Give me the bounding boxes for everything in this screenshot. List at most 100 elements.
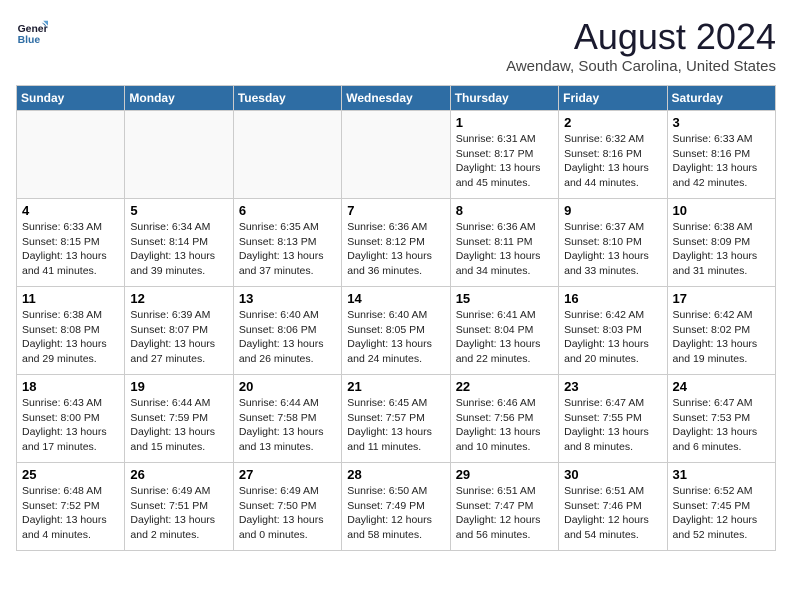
week-row-4: 18Sunrise: 6:43 AM Sunset: 8:00 PM Dayli… [17,375,776,463]
calendar-cell: 25 Sunrise: 6:48 AM Sunset: 7:52 PM Dayli… [17,463,125,551]
week-row-3: 11 Sunrise: 6:38 AM Sunset: 8:08 PM Dayli… [17,287,776,375]
calendar-cell: 19Sunrise: 6:44 AM Sunset: 7:59 PM Dayli… [125,375,233,463]
logo: General Blue [16,16,48,48]
weekday-header-sunday: Sunday [17,86,125,111]
calendar-cell [342,111,450,199]
day-number: 20 [239,379,336,394]
calendar-cell: 14 Sunrise: 6:40 AM Sunset: 8:05 PM Dayli… [342,287,450,375]
calendar-cell: 10Sunrise: 6:38 AM Sunset: 8:09 PM Dayli… [667,199,775,287]
day-info: Sunrise: 6:36 AM Sunset: 8:11 PM Dayligh… [456,220,553,279]
day-info: Sunrise: 6:32 AM Sunset: 8:16 PM Dayligh… [564,132,661,191]
weekday-header-saturday: Saturday [667,86,775,111]
calendar-cell: 22 Sunrise: 6:46 AM Sunset: 7:56 PM Dayli… [450,375,558,463]
day-info: Sunrise: 6:51 AM Sunset: 7:47 PM Dayligh… [456,484,553,543]
day-number: 28 [347,467,444,482]
day-number: 22 [456,379,553,394]
day-info: Sunrise: 6:34 AM Sunset: 8:14 PM Dayligh… [130,220,227,279]
calendar-cell: 2 Sunrise: 6:32 AM Sunset: 8:16 PM Daylig… [559,111,667,199]
day-number: 12 [130,291,227,306]
day-number: 19 [130,379,227,394]
title-block: August 2024 Awendaw, South Carolina, Uni… [506,16,776,75]
calendar-cell: 16 Sunrise: 6:42 AM Sunset: 8:03 PM Dayli… [559,287,667,375]
day-number: 30 [564,467,661,482]
calendar-cell: 9Sunrise: 6:37 AM Sunset: 8:10 PM Daylig… [559,199,667,287]
day-info: Sunrise: 6:40 AM Sunset: 8:05 PM Dayligh… [347,308,444,367]
day-number: 3 [673,115,770,130]
day-number: 13 [239,291,336,306]
calendar-cell: 1 Sunrise: 6:31 AM Sunset: 8:17 PM Daylig… [450,111,558,199]
day-number: 26 [130,467,227,482]
day-info: Sunrise: 6:42 AM Sunset: 8:02 PM Dayligh… [673,308,770,367]
calendar-cell: 30 Sunrise: 6:51 AM Sunset: 7:46 PM Dayli… [559,463,667,551]
week-row-5: 25 Sunrise: 6:48 AM Sunset: 7:52 PM Dayli… [17,463,776,551]
calendar-cell: 7 Sunrise: 6:36 AM Sunset: 8:12 PM Daylig… [342,199,450,287]
calendar-cell: 6Sunrise: 6:35 AM Sunset: 8:13 PM Daylig… [233,199,341,287]
day-number: 11 [22,291,119,306]
calendar-cell: 11 Sunrise: 6:38 AM Sunset: 8:08 PM Dayli… [17,287,125,375]
weekday-header-tuesday: Tuesday [233,86,341,111]
calendar-cell: 3Sunrise: 6:33 AM Sunset: 8:16 PM Daylig… [667,111,775,199]
day-number: 7 [347,203,444,218]
day-info: Sunrise: 6:36 AM Sunset: 8:12 PM Dayligh… [347,220,444,279]
day-number: 27 [239,467,336,482]
day-number: 16 [564,291,661,306]
day-info: Sunrise: 6:35 AM Sunset: 8:13 PM Dayligh… [239,220,336,279]
weekday-header-monday: Monday [125,86,233,111]
day-info: Sunrise: 6:37 AM Sunset: 8:10 PM Dayligh… [564,220,661,279]
day-info: Sunrise: 6:48 AM Sunset: 7:52 PM Dayligh… [22,484,119,543]
calendar-cell: 20 Sunrise: 6:44 AM Sunset: 7:58 PM Dayli… [233,375,341,463]
day-number: 1 [456,115,553,130]
day-info: Sunrise: 6:41 AM Sunset: 8:04 PM Dayligh… [456,308,553,367]
day-info: Sunrise: 6:52 AM Sunset: 7:45 PM Dayligh… [673,484,770,543]
calendar-cell: 13 Sunrise: 6:40 AM Sunset: 8:06 PM Dayli… [233,287,341,375]
week-row-1: 1 Sunrise: 6:31 AM Sunset: 8:17 PM Daylig… [17,111,776,199]
weekday-header-friday: Friday [559,86,667,111]
day-info: Sunrise: 6:40 AM Sunset: 8:06 PM Dayligh… [239,308,336,367]
calendar-cell [125,111,233,199]
day-info: Sunrise: 6:49 AM Sunset: 7:50 PM Dayligh… [239,484,336,543]
day-info: Sunrise: 6:50 AM Sunset: 7:49 PM Dayligh… [347,484,444,543]
day-number: 25 [22,467,119,482]
day-number: 15 [456,291,553,306]
day-info: Sunrise: 6:33 AM Sunset: 8:15 PM Dayligh… [22,220,119,279]
day-number: 23 [564,379,661,394]
weekday-header-row: SundayMondayTuesdayWednesdayThursdayFrid… [17,86,776,111]
day-info: Sunrise: 6:44 AM Sunset: 7:58 PM Dayligh… [239,396,336,455]
weekday-header-thursday: Thursday [450,86,558,111]
day-number: 2 [564,115,661,130]
day-info: Sunrise: 6:49 AM Sunset: 7:51 PM Dayligh… [130,484,227,543]
calendar-cell: 8 Sunrise: 6:36 AM Sunset: 8:11 PM Daylig… [450,199,558,287]
calendar-cell: 31 Sunrise: 6:52 AM Sunset: 7:45 PM Dayli… [667,463,775,551]
calendar-cell [233,111,341,199]
day-info: Sunrise: 6:31 AM Sunset: 8:17 PM Dayligh… [456,132,553,191]
svg-text:Blue: Blue [18,35,41,46]
day-number: 14 [347,291,444,306]
day-info: Sunrise: 6:39 AM Sunset: 8:07 PM Dayligh… [130,308,227,367]
calendar-cell: 15 Sunrise: 6:41 AM Sunset: 8:04 PM Dayli… [450,287,558,375]
day-info: Sunrise: 6:47 AM Sunset: 7:55 PM Dayligh… [564,396,661,455]
week-row-2: 4 Sunrise: 6:33 AM Sunset: 8:15 PM Daylig… [17,199,776,287]
day-info: Sunrise: 6:51 AM Sunset: 7:46 PM Dayligh… [564,484,661,543]
day-number: 29 [456,467,553,482]
calendar-cell: 23 Sunrise: 6:47 AM Sunset: 7:55 PM Dayli… [559,375,667,463]
calendar-cell [17,111,125,199]
calendar-cell: 28 Sunrise: 6:50 AM Sunset: 7:49 PM Dayli… [342,463,450,551]
day-info: Sunrise: 6:42 AM Sunset: 8:03 PM Dayligh… [564,308,661,367]
calendar-cell: 26 Sunrise: 6:49 AM Sunset: 7:51 PM Dayli… [125,463,233,551]
day-number: 8 [456,203,553,218]
month-title: August 2024 [506,16,776,58]
day-number: 4 [22,203,119,218]
location-title: Awendaw, South Carolina, United States [506,58,776,75]
calendar-cell: 4 Sunrise: 6:33 AM Sunset: 8:15 PM Daylig… [17,199,125,287]
day-number: 31 [673,467,770,482]
day-number: 5 [130,203,227,218]
calendar-cell: 18Sunrise: 6:43 AM Sunset: 8:00 PM Dayli… [17,375,125,463]
day-number: 21 [347,379,444,394]
day-info: Sunrise: 6:38 AM Sunset: 8:08 PM Dayligh… [22,308,119,367]
calendar-cell: 17 Sunrise: 6:42 AM Sunset: 8:02 PM Dayli… [667,287,775,375]
day-info: Sunrise: 6:46 AM Sunset: 7:56 PM Dayligh… [456,396,553,455]
day-number: 17 [673,291,770,306]
svg-text:General: General [18,24,48,35]
day-info: Sunrise: 6:47 AM Sunset: 7:53 PM Dayligh… [673,396,770,455]
page-header: General Blue August 2024 Awendaw, South … [16,16,776,75]
